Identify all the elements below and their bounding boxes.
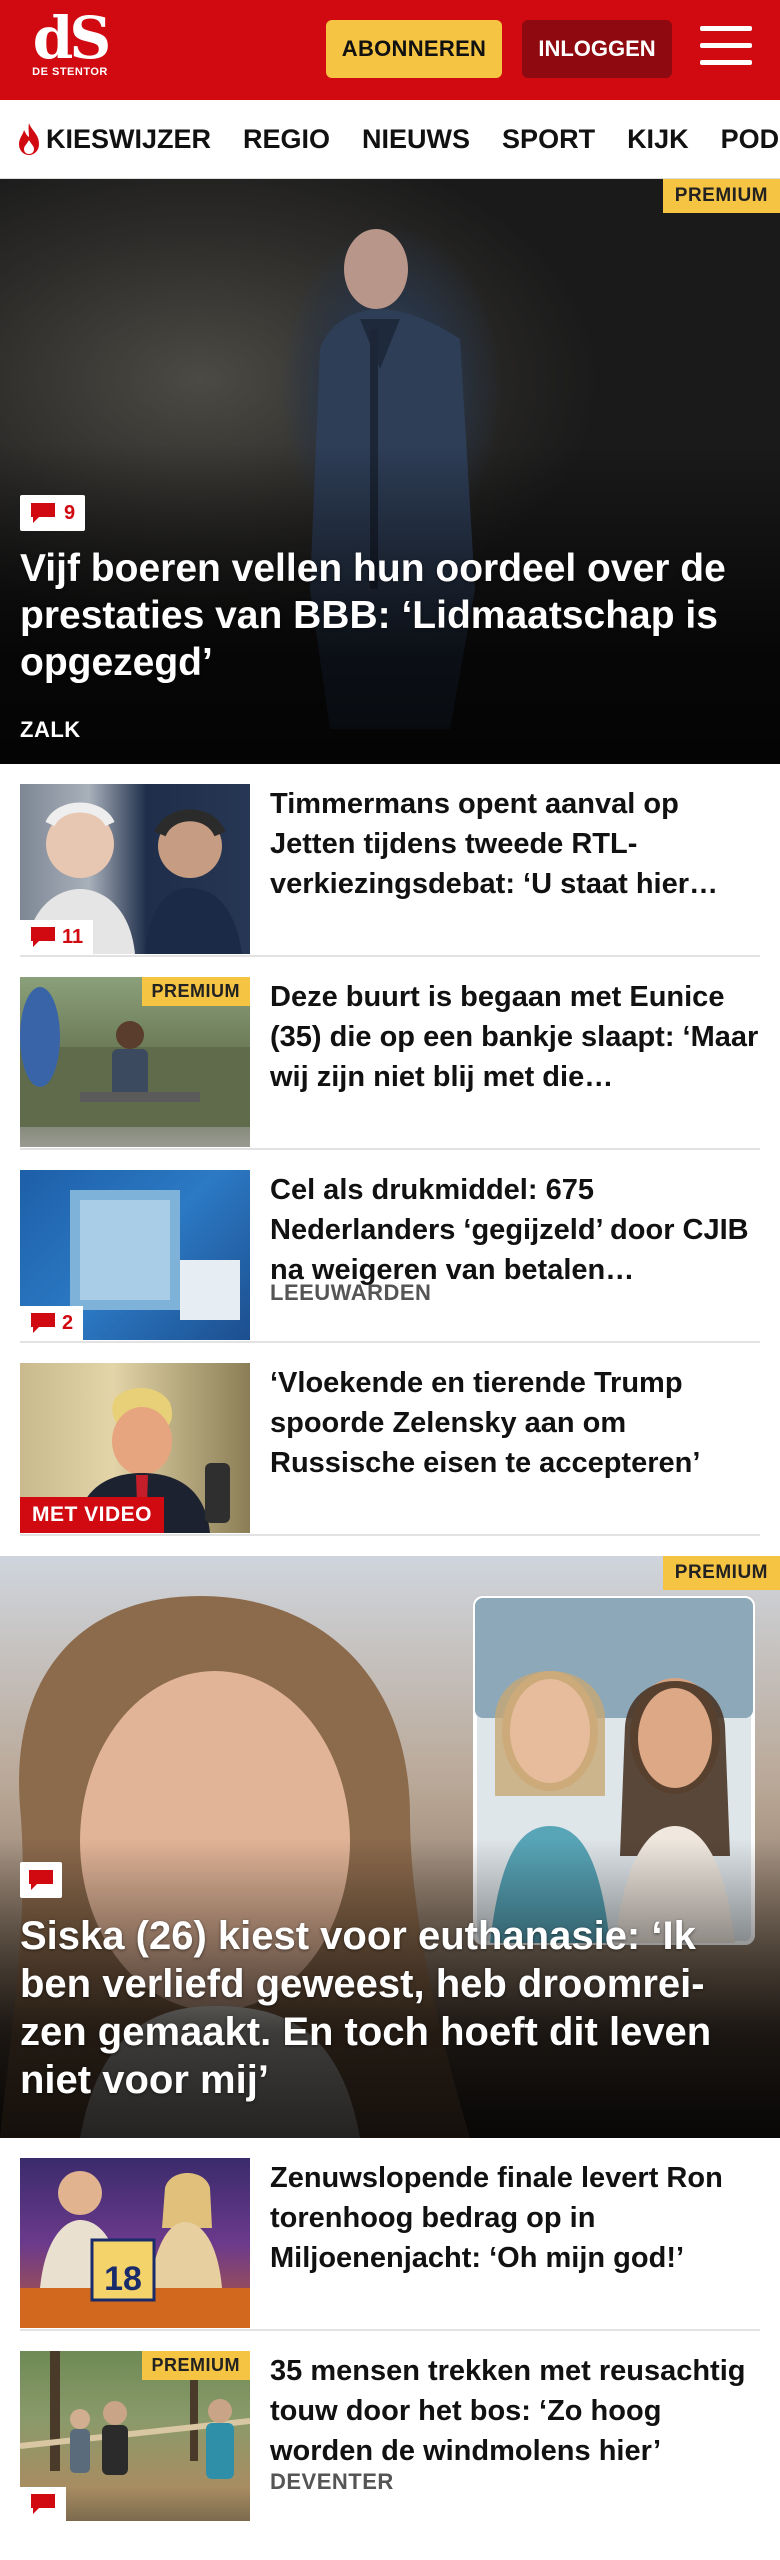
- nav-item-podcast[interactable]: PODCAST: [721, 124, 780, 155]
- article-title[interactable]: Zenuwslopende finale levert Ron torenhoo…: [270, 2158, 760, 2278]
- list-item[interactable]: PREMIUM Deze buurt is begaan met Eunice …: [20, 957, 760, 1150]
- comment-count[interactable]: 9: [20, 495, 86, 531]
- hero-article-euthanasia[interactable]: PREMIUM Siska (26) kiest voor euthanasie…: [0, 1556, 780, 2138]
- article-location: LEEUWARDEN: [270, 1280, 432, 1305]
- comment-icon: [31, 503, 55, 523]
- article-title[interactable]: ‘Vloekende en tierende Trump spoorde Zel…: [270, 1363, 760, 1483]
- hero-article-farmers[interactable]: PREMIUM 9 Vijf boeren vellen hun oordeel…: [0, 179, 780, 764]
- article-title[interactable]: Deze buurt is begaan met Eunice (35) die…: [270, 977, 760, 1097]
- list-item[interactable]: PREMIUM 35 mensen trekken met reusachtig…: [20, 2331, 760, 2522]
- comment-icon: [31, 1313, 55, 1333]
- article-title[interactable]: 35 mensen trekken met reusachtig touw do…: [270, 2351, 760, 2471]
- hero-title[interactable]: Vijf boeren vellen hun oordeel over de p…: [20, 545, 756, 686]
- video-badge: MET VIDEO: [20, 1497, 165, 1533]
- article-thumbnail: MET VIDEO: [20, 1363, 250, 1533]
- comment-icon: [31, 2494, 55, 2514]
- comment-count-value: 2: [62, 1311, 74, 1334]
- list-item[interactable]: 18 Zenuwslopende finale levert Ron toren…: [20, 2138, 760, 2331]
- article-title[interactable]: Timmermans opent aanval op Jetten tijden…: [270, 784, 760, 904]
- hero-location: ZALK: [20, 717, 81, 742]
- comment-count[interactable]: 11: [20, 920, 94, 954]
- comment-count[interactable]: 2: [20, 1306, 84, 1340]
- nav-item-regio[interactable]: REGIO: [243, 124, 330, 155]
- article-location: DEVENTER: [270, 2469, 394, 2494]
- nav-item-kijk[interactable]: KIJK: [627, 124, 689, 155]
- podium-number: 18: [104, 2260, 142, 2298]
- list-item[interactable]: MET VIDEO ‘Vloekende en tierende Trump s…: [20, 1343, 760, 1536]
- premium-badge: PREMIUM: [141, 2351, 250, 2380]
- article-thumbnail: PREMIUM: [20, 2351, 250, 2521]
- comment-icon: [31, 927, 55, 947]
- premium-badge: PREMIUM: [141, 977, 250, 1006]
- hero-title[interactable]: Siska (26) kiest voor euthanasie: ‘Ik be…: [20, 1912, 756, 2104]
- subscribe-button[interactable]: ABONNEREN: [326, 20, 502, 78]
- comment-button[interactable]: [20, 2487, 66, 2521]
- comment-count-value: 9: [64, 501, 76, 524]
- article-title[interactable]: Cel als drukmiddel: 675 Nederlanders ‘ge…: [270, 1170, 760, 1290]
- flame-icon: [19, 123, 39, 155]
- list-item[interactable]: 2 Cel als drukmiddel: 675 Nederlanders ‘…: [20, 1150, 760, 1343]
- nav-item-kieswijzer[interactable]: KIESWIJZER: [16, 122, 211, 156]
- logo-mark: dS: [32, 4, 111, 72]
- premium-badge: PREMIUM: [662, 1556, 780, 1590]
- nav-item-sport[interactable]: SPORT: [502, 124, 595, 155]
- nav-item-nieuws[interactable]: NIEUWS: [362, 124, 470, 155]
- list-item[interactable]: 11 Timmermans opent aanval op Jetten tij…: [20, 764, 760, 957]
- login-button[interactable]: INLOGGEN: [522, 20, 672, 78]
- logo-subtitle: DE STENTOR: [32, 66, 108, 78]
- premium-badge: PREMIUM: [662, 179, 780, 213]
- hamburger-icon[interactable]: [700, 26, 752, 72]
- article-thumbnail: 18: [20, 2158, 250, 2328]
- gameshow-image: [20, 2171, 250, 2328]
- article-thumbnail: 2: [20, 1170, 250, 1340]
- section-nav: KIESWIJZER REGIO NIEUWS SPORT KIJK PODCA…: [0, 100, 780, 179]
- comment-icon: [29, 1870, 53, 1890]
- comment-count-value: 11: [62, 925, 84, 948]
- site-header: dS DE STENTOR ABONNEREN INLOGGEN: [0, 0, 780, 100]
- comment-button[interactable]: [20, 1862, 62, 1898]
- article-thumbnail: 11: [20, 784, 250, 954]
- site-logo[interactable]: dS DE STENTOR: [28, 4, 112, 78]
- nav-label: KIESWIJZER: [46, 123, 212, 154]
- article-thumbnail: PREMIUM: [20, 977, 250, 1147]
